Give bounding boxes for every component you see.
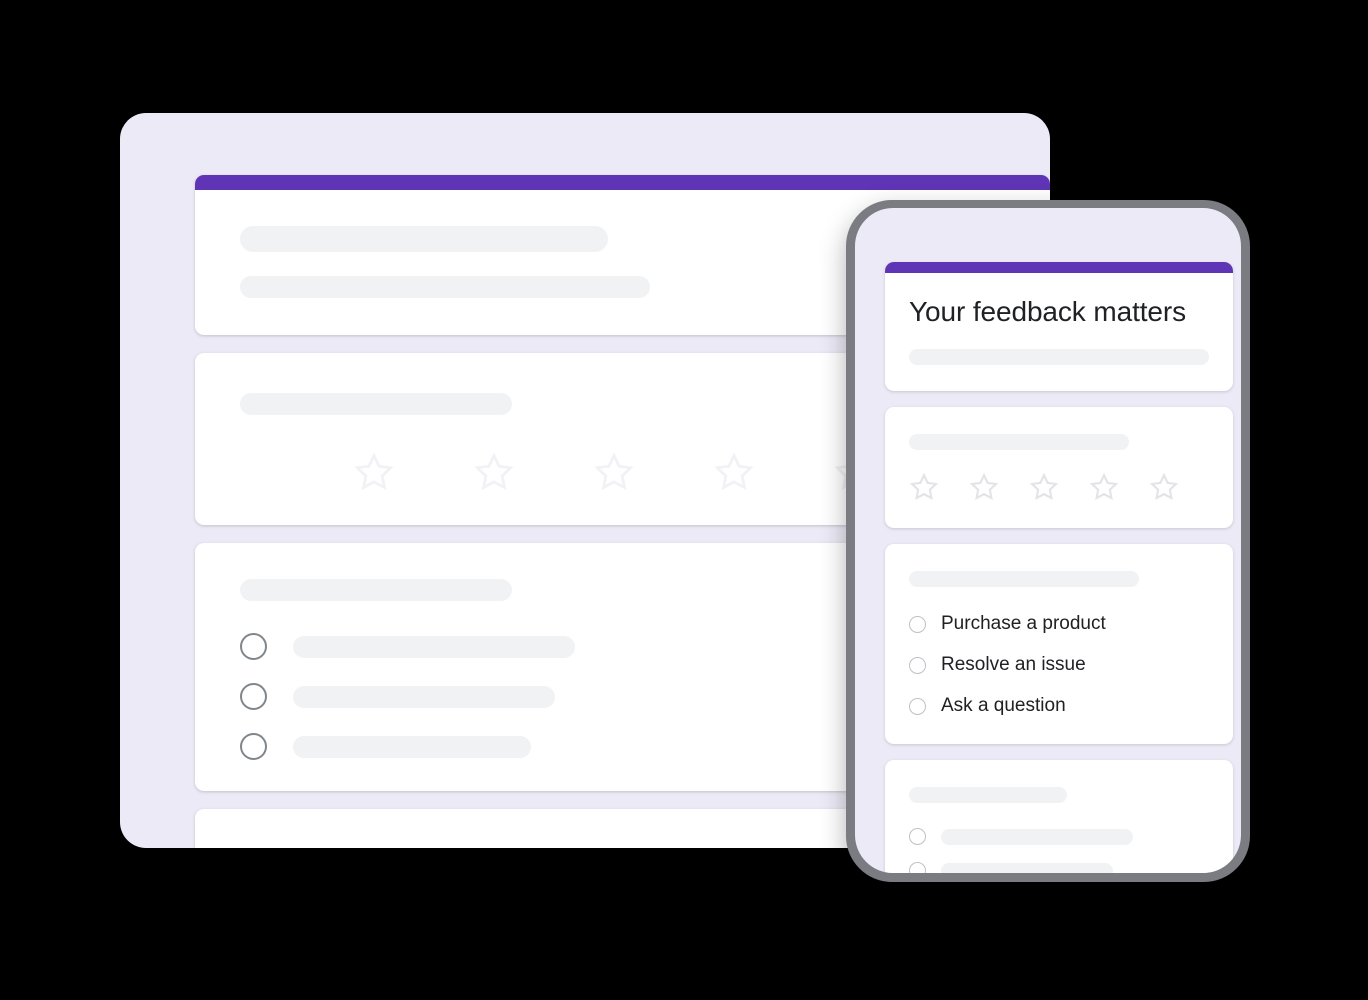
mobile-form-scroll-area[interactable]: Your feedback matters Purchase a product… — [885, 262, 1233, 873]
mobile-device-screen: Your feedback matters Purchase a product… — [855, 208, 1241, 873]
star-outline-icon[interactable] — [1029, 472, 1059, 502]
mobile-choice-option-resolve[interactable]: Resolve an issue — [909, 653, 1209, 677]
form-description-placeholder — [909, 349, 1209, 365]
mobile-star-rating[interactable] — [909, 472, 1209, 502]
radio-button-icon[interactable] — [909, 656, 926, 674]
star-outline-icon[interactable] — [1149, 472, 1179, 502]
mobile-choice-option-ask[interactable]: Ask a question — [909, 694, 1209, 718]
mobile-card-choice[interactable]: Purchase a product Resolve an issue Ask … — [885, 544, 1233, 744]
scene-stage: Your feedback matters Purchase a product… — [0, 0, 1368, 1000]
radio-button-icon[interactable] — [909, 862, 926, 873]
mobile-option-placeholder-row[interactable] — [909, 862, 1209, 873]
choice-option-placeholder — [293, 635, 575, 658]
radio-button-icon[interactable] — [240, 633, 267, 660]
mobile-card-last[interactable] — [885, 760, 1233, 873]
radio-button-icon[interactable] — [909, 615, 926, 633]
mobile-rating-body — [885, 407, 1233, 528]
option-placeholder — [941, 828, 1133, 845]
star-outline-icon[interactable] — [909, 472, 939, 502]
form-title: Your feedback matters — [909, 296, 1187, 327]
star-outline-icon[interactable] — [713, 451, 755, 493]
form-title-placeholder — [240, 226, 608, 252]
question-placeholder — [909, 787, 1067, 803]
choice-option-label: Resolve an issue — [941, 654, 1086, 675]
mobile-card-header[interactable]: Your feedback matters — [885, 262, 1233, 391]
star-outline-icon[interactable] — [593, 451, 635, 493]
choice-option-placeholder — [293, 735, 531, 758]
radio-button-icon[interactable] — [909, 828, 926, 845]
choice-option-placeholder — [293, 685, 555, 708]
choice-question-placeholder — [240, 579, 512, 601]
choice-option-label: Purchase a product — [941, 613, 1106, 634]
mobile-last-body — [885, 760, 1233, 873]
radio-button-icon[interactable] — [240, 683, 267, 710]
choice-option-label: Ask a question — [941, 695, 1066, 716]
radio-button-icon[interactable] — [909, 697, 926, 715]
mobile-header-body: Your feedback matters — [885, 273, 1233, 391]
mobile-device-bezel: Your feedback matters Purchase a product… — [846, 200, 1250, 882]
star-outline-icon[interactable] — [473, 451, 515, 493]
rating-question-placeholder — [240, 393, 512, 415]
mobile-accent-bar — [885, 262, 1233, 273]
choice-question-placeholder — [909, 571, 1139, 587]
mobile-card-rating[interactable] — [885, 407, 1233, 528]
form-description-placeholder — [240, 276, 650, 298]
star-outline-icon[interactable] — [353, 451, 395, 493]
star-outline-icon[interactable] — [1089, 472, 1119, 502]
rating-question-placeholder — [909, 434, 1129, 450]
mobile-choice-body: Purchase a product Resolve an issue Ask … — [885, 544, 1233, 744]
mobile-option-placeholder-row[interactable] — [909, 828, 1209, 845]
desktop-accent-bar — [195, 175, 1050, 190]
radio-button-icon[interactable] — [240, 733, 267, 760]
mobile-choice-option-purchase[interactable]: Purchase a product — [909, 612, 1209, 636]
option-placeholder — [941, 862, 1113, 873]
star-outline-icon[interactable] — [969, 472, 999, 502]
